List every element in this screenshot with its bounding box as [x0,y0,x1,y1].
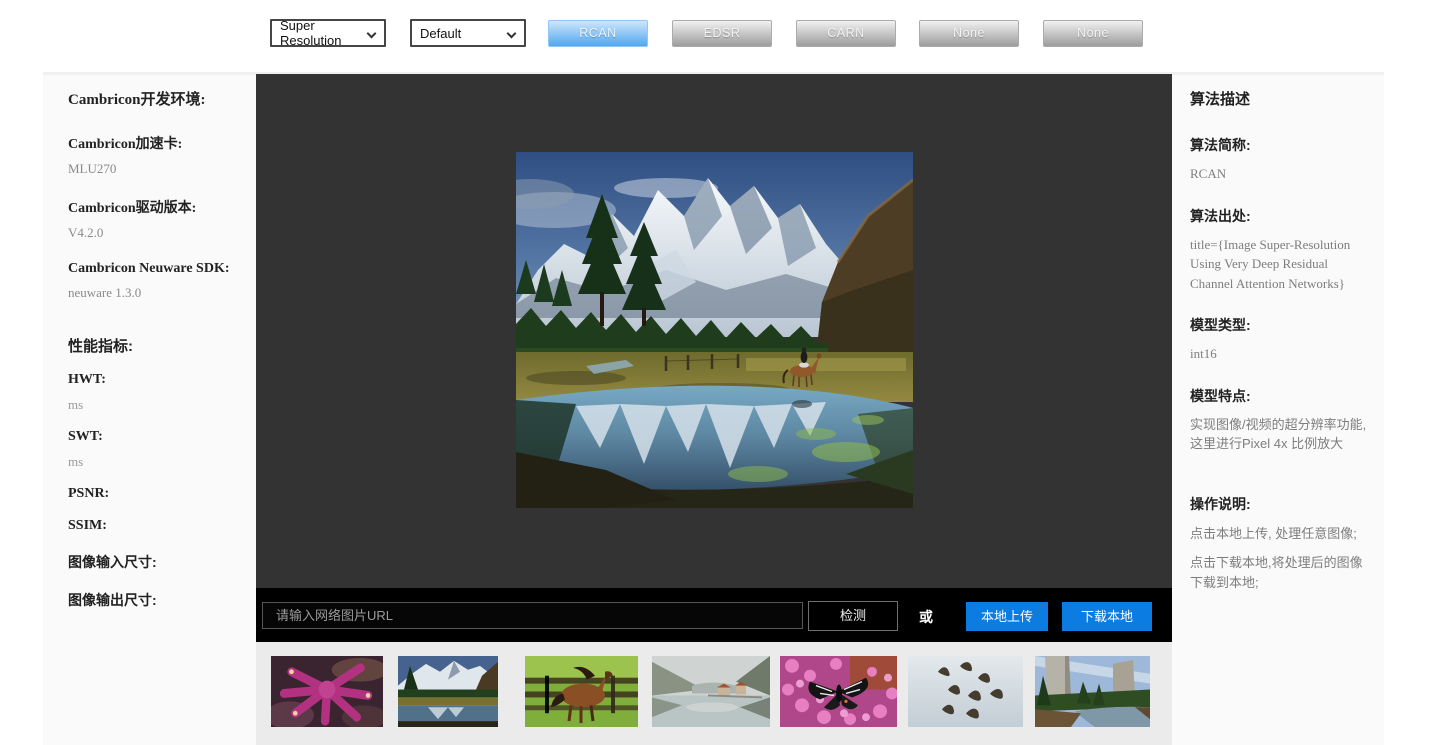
thumbnail-yosemite-valley[interactable] [1035,656,1150,727]
url-bar: 检测 或 本地上传 下载本地 [256,588,1172,642]
thumbnail-mountain-lake[interactable] [398,656,498,727]
environment-panel-title: Cambricon开发环境: [68,88,246,109]
usage-line-1: 点击本地上传, 处理任意图像; [1190,524,1370,544]
usage-line-2: 点击下载本地,将处理后的图像下载到本地; [1190,553,1370,592]
thumbnail-horse[interactable] [525,656,638,727]
model-button-none-1[interactable]: None [919,20,1019,47]
algo-name-value: RCAN [1190,164,1370,184]
algorithm-panel-title: 算法描述 [1190,88,1370,109]
detect-button[interactable]: 检测 [808,601,898,631]
download-local-button[interactable]: 下载本地 [1062,602,1152,631]
psnr-label: PSNR: [68,486,246,502]
hwt-label: HWT: [68,372,246,388]
or-label: 或 [915,607,937,627]
neuware-sdk-label: Cambricon Neuware SDK: [68,261,246,277]
model-type-label: 模型类型: [1190,315,1370,335]
algo-source-value: title={Image Super-Resolution Using Very… [1190,235,1370,294]
thumbnail-butterfly[interactable] [780,656,897,727]
model-button-carn[interactable]: CARN [796,20,896,47]
thumbnail-fjord-town[interactable] [652,656,770,727]
driver-version-value: V4.2.0 [68,225,246,241]
input-size-label: 图像输入尺寸: [68,552,246,572]
top-toolbar: Super Resolution Default RCAN EDSR CARN … [0,0,1431,72]
accelerator-card-label: Cambricon加速卡: [68,133,246,153]
thumbnail-strip [256,642,1172,745]
algo-name-label: 算法简称: [1190,135,1370,155]
center-column: 检测 或 本地上传 下载本地 [256,74,1172,745]
neuware-sdk-value: neuware 1.3.0 [68,285,246,301]
model-type-value: int16 [1190,344,1370,364]
algo-source-label: 算法出处: [1190,206,1370,226]
output-size-label: 图像输出尺寸: [68,590,246,610]
model-button-none-2[interactable]: None [1043,20,1143,47]
task-select-value: Super Resolution [280,18,376,48]
local-upload-button[interactable]: 本地上传 [966,602,1048,631]
algorithm-panel: 算法描述 算法简称: RCAN 算法出处: title={Image Super… [1172,75,1384,745]
model-button-rcan[interactable]: RCAN [548,20,648,47]
image-viewer [256,74,1172,588]
usage-label: 操作说明: [1190,494,1370,514]
swt-label: SWT: [68,429,246,445]
model-feature-label: 模型特点: [1190,386,1370,406]
preview-image-mountain-lake [516,152,913,508]
image-url-input[interactable] [262,602,803,629]
accelerator-card-value: MLU270 [68,161,246,177]
ssim-label: SSIM: [68,518,246,534]
thumbnail-geese[interactable] [908,656,1023,727]
spacer [1190,454,1370,472]
model-select-value: Default [420,26,461,41]
hwt-value: ms [68,397,246,413]
chevron-down-icon [507,29,517,39]
driver-version-label: Cambricon驱动版本: [68,197,246,217]
thumbnail-starfish[interactable] [271,656,383,727]
performance-title: 性能指标: [68,335,246,356]
task-select[interactable]: Super Resolution [270,19,386,47]
model-select[interactable]: Default [410,19,526,47]
model-button-edsr[interactable]: EDSR [672,20,772,47]
model-feature-value: 实现图像/视频的超分辨率功能,这里进行Pixel 4x 比例放大 [1190,415,1370,454]
environment-panel: Cambricon开发环境: Cambricon加速卡: MLU270 Camb… [43,75,256,745]
swt-value: ms [68,454,246,470]
